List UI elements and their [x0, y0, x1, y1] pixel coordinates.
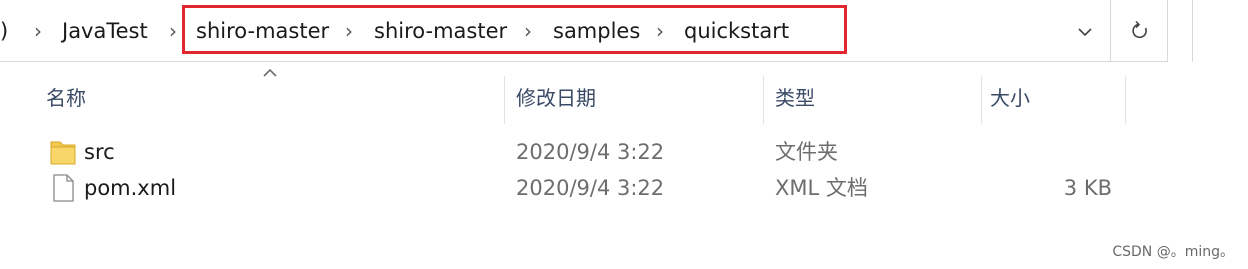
column-divider[interactable] — [763, 76, 764, 124]
chevron-right-icon[interactable]: › — [345, 18, 353, 44]
file-size: 3 KB — [1063, 176, 1112, 200]
column-divider[interactable] — [981, 76, 982, 124]
search-box-edge[interactable] — [1192, 0, 1248, 62]
file-date-modified: 2020/9/4 3:22 — [516, 140, 665, 164]
column-header-type[interactable]: 类型 — [769, 83, 979, 121]
breadcrumb-item-quickstart[interactable]: quickstart — [684, 18, 789, 44]
breadcrumb-item-shiro-master-1[interactable]: shiro-master — [196, 18, 329, 44]
refresh-button[interactable] — [1110, 0, 1168, 62]
column-divider[interactable] — [1125, 76, 1126, 124]
file-type: 文件夹 — [775, 140, 838, 164]
column-header-size[interactable]: 大小 — [984, 83, 1124, 121]
address-bar[interactable]: ) › JavaTest › shiro-master › shiro-mast… — [0, 0, 1168, 62]
file-row-src[interactable]: src 2020/9/4 3:22 文件夹 — [0, 134, 1160, 170]
history-dropdown-button[interactable] — [1065, 14, 1105, 50]
file-name: src — [84, 140, 115, 164]
file-type: XML 文档 — [775, 176, 868, 200]
breadcrumb-item-shiro-master-2[interactable]: shiro-master — [374, 18, 507, 44]
file-name: pom.xml — [84, 176, 177, 200]
column-divider[interactable] — [504, 76, 505, 124]
breadcrumb-item-samples[interactable]: samples — [553, 18, 640, 44]
folder-icon — [50, 141, 76, 165]
file-row-pom-xml[interactable]: pom.xml 2020/9/4 3:22 XML 文档 3 KB — [0, 170, 1160, 206]
chevron-right-icon[interactable]: › — [524, 18, 532, 44]
file-date-modified: 2020/9/4 3:22 — [516, 176, 665, 200]
sort-ascending-icon — [263, 68, 277, 77]
chevron-right-icon[interactable]: › — [169, 18, 177, 44]
chevron-right-icon[interactable]: › — [34, 18, 42, 44]
column-header-name[interactable]: 名称 — [40, 83, 500, 121]
document-icon — [53, 174, 74, 202]
column-header-date-modified[interactable]: 修改日期 — [510, 83, 760, 121]
breadcrumb-item-javatest[interactable]: JavaTest — [62, 18, 148, 44]
refresh-icon — [1131, 20, 1147, 39]
chevron-down-icon — [1078, 28, 1092, 37]
breadcrumb-truncated: ) — [0, 19, 9, 43]
chevron-right-icon[interactable]: › — [656, 18, 664, 44]
watermark: CSDN @。ming。 — [1112, 244, 1234, 260]
